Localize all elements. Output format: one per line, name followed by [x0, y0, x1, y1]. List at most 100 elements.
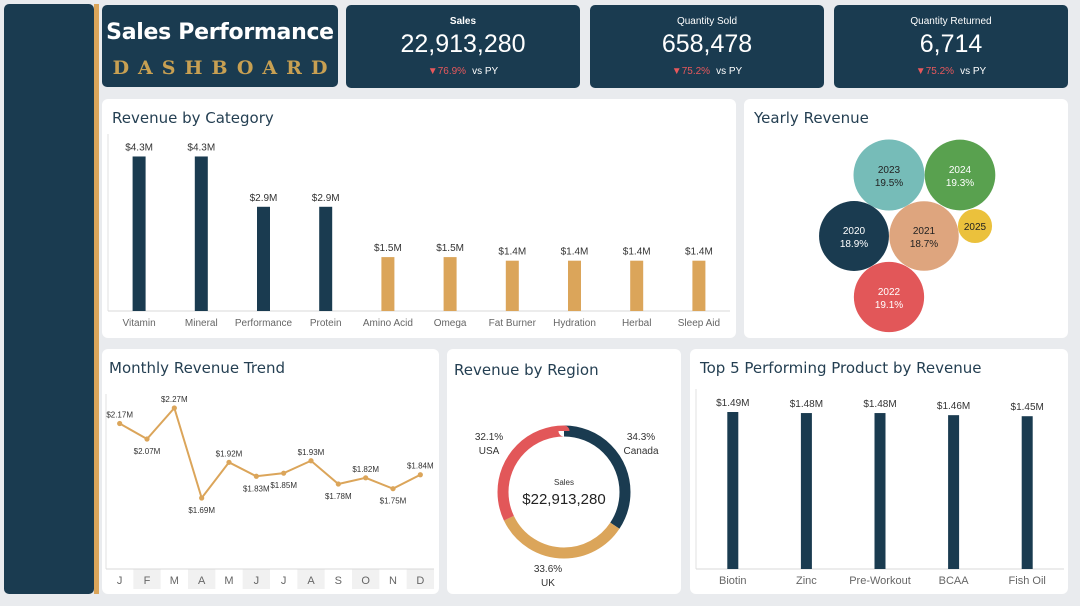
monthly-data-label: $2.17M	[106, 411, 133, 420]
monthly-point	[390, 486, 396, 492]
monthly-tick-label: N	[389, 575, 397, 587]
monthly-tick-label: J	[117, 575, 123, 587]
yearly-bubble-pct: 18.9%	[840, 239, 868, 250]
category-bar	[568, 260, 581, 311]
category-data-label: $1.4M	[561, 247, 589, 258]
monthly-data-label: $2.27M	[161, 395, 188, 404]
category-bar	[381, 257, 395, 311]
top5-bar	[800, 413, 812, 569]
monthly-point	[281, 470, 287, 476]
top5-data-label: $1.45M	[1011, 402, 1044, 413]
kpi-delta-value: 76.9%	[437, 66, 467, 77]
kpi-value: 6,714	[919, 30, 983, 58]
category-bar	[132, 156, 146, 311]
monthly-point	[417, 472, 423, 478]
region-slice-name: Canada	[623, 446, 658, 457]
top5-tick-label: Pre-Workout	[849, 575, 911, 587]
monthly-point	[171, 405, 177, 411]
down-arrow-icon: ▼	[427, 66, 438, 77]
kpi-label: Sales	[449, 16, 477, 27]
monthly-tick-label: M	[170, 575, 179, 587]
yearly-bubble-year: 2022	[878, 287, 901, 298]
category-bar	[319, 206, 333, 311]
category-bar	[443, 257, 457, 311]
top5-tick-label: Fish Oil	[1009, 575, 1046, 587]
category-bar-chart: $4.3M Vitamin $4.3M Mineral $2.9M Performance…	[107, 134, 730, 329]
category-bar	[505, 260, 519, 311]
kpi-label: Quantity Returned	[910, 16, 992, 27]
yearly-bubble-year: 2024	[949, 165, 972, 176]
monthly-tick-label: M	[224, 575, 233, 587]
monthly-tick-label: S	[335, 575, 342, 587]
monthly-tick-label: A	[198, 575, 206, 587]
down-arrow-icon: ▼	[915, 66, 926, 77]
category-tick-label: Amino Acid	[363, 318, 413, 329]
region-slice-name: USA	[479, 446, 500, 457]
top5-chart-card: Top 5 Performing Product by Revenue $1.4…	[690, 349, 1068, 594]
category-tick-label: Mineral	[185, 318, 218, 329]
monthly-data-label: $1.83M	[243, 484, 270, 493]
monthly-point	[117, 420, 123, 427]
top5-tick-label: Biotin	[719, 575, 747, 587]
monthly-point	[253, 473, 259, 479]
top5-data-label: $1.48M	[790, 399, 823, 410]
yearly-bubble-pct: 18.7%	[910, 239, 938, 250]
sidebar-panel	[4, 4, 94, 594]
region-slice-pct: 34.3%	[627, 432, 655, 443]
region-center-label: Sales	[554, 478, 574, 487]
category-data-label: $1.4M	[685, 247, 713, 258]
monthly-data-label: $1.93M	[298, 448, 325, 457]
kpi-value: 658,478	[661, 30, 753, 58]
kpi-delta-value: 75.2%	[681, 66, 711, 77]
monthly-point	[199, 495, 205, 501]
category-tick-label: Vitamin	[123, 318, 156, 329]
top5-bar-chart: $1.49M Biotin $1.48M Zinc $1.48M Pre-Workout $…	[695, 389, 1064, 587]
yearly-bubble-pct: 19.3%	[946, 178, 974, 189]
category-bar	[630, 260, 644, 311]
category-bar	[194, 156, 208, 311]
category-tick-label: Fat Burner	[489, 318, 537, 329]
monthly-tick-label: J	[254, 575, 259, 587]
yearly-bubble-pct: 19.1%	[875, 300, 903, 311]
dashboard-title: Sales Performance	[106, 20, 334, 45]
monthly-point	[226, 459, 232, 465]
category-bar	[692, 260, 706, 311]
region-slice-pct: 33.6%	[534, 564, 562, 575]
monthly-data-label: $1.69M	[188, 506, 215, 515]
category-data-label: $1.5M	[374, 243, 402, 254]
region-chart-card: Revenue by Region Sales $22,913,280 34.3% C…	[447, 349, 681, 594]
yearly-bubble-year: 2021	[913, 226, 936, 237]
monthly-data-label: $1.78M	[325, 492, 352, 501]
yearly-bubble-pct: 19.5%	[875, 178, 903, 189]
yearly-bubble-chart: 2023 19.5% 2024 19.3% 2020 18.9% 2021 18.7% 2025…	[819, 139, 996, 333]
monthly-data-label: $1.92M	[216, 449, 243, 458]
monthly-tick-label: D	[416, 575, 424, 587]
monthly-point	[144, 436, 150, 442]
top5-tick-label: Zinc	[796, 575, 817, 587]
top5-bar	[727, 412, 739, 569]
category-tick-label: Herbal	[622, 318, 651, 329]
top5-bar	[948, 415, 960, 569]
category-tick-label: Omega	[434, 318, 467, 329]
top5-data-label: $1.46M	[937, 401, 970, 412]
category-tick-label: Performance	[235, 318, 293, 329]
monthly-chart-card: Monthly Revenue Trend $2.17M J $2.07M F $2.2…	[102, 349, 439, 594]
region-donut-chart: Sales $22,913,280 34.3% Canada 33.6% UK 32.1% U…	[475, 425, 659, 589]
kpi-delta: ▼75.2% vs PY	[834, 66, 1068, 77]
monthly-tick-label: J	[281, 575, 287, 587]
kpi-delta: ▼76.9% vs PY	[346, 66, 580, 77]
monthly-data-label: $1.75M	[380, 497, 407, 506]
top5-tick-label: BCAA	[939, 575, 970, 587]
monthly-data-label: $1.82M	[352, 465, 379, 474]
kpi-delta: ▼75.2% vs PY	[590, 66, 824, 77]
category-data-label: $1.4M	[623, 247, 651, 258]
monthly-tick-label: F	[144, 575, 151, 587]
yearly-chart-card: Yearly Revenue 2023 19.5% 2024 19.3% 2020 18.…	[744, 99, 1068, 338]
top5-data-label: $1.48M	[863, 399, 896, 410]
kpi-vs-label: vs PY	[960, 66, 987, 77]
category-data-label: $1.4M	[498, 247, 526, 258]
category-data-label: $4.3M	[125, 142, 153, 153]
kpi-card-quantity-sold: Quantity Sold 658,478 ▼75.2% vs PY	[590, 5, 824, 88]
category-data-label: $4.3M	[187, 142, 215, 153]
monthly-data-label: $1.85M	[270, 481, 297, 490]
